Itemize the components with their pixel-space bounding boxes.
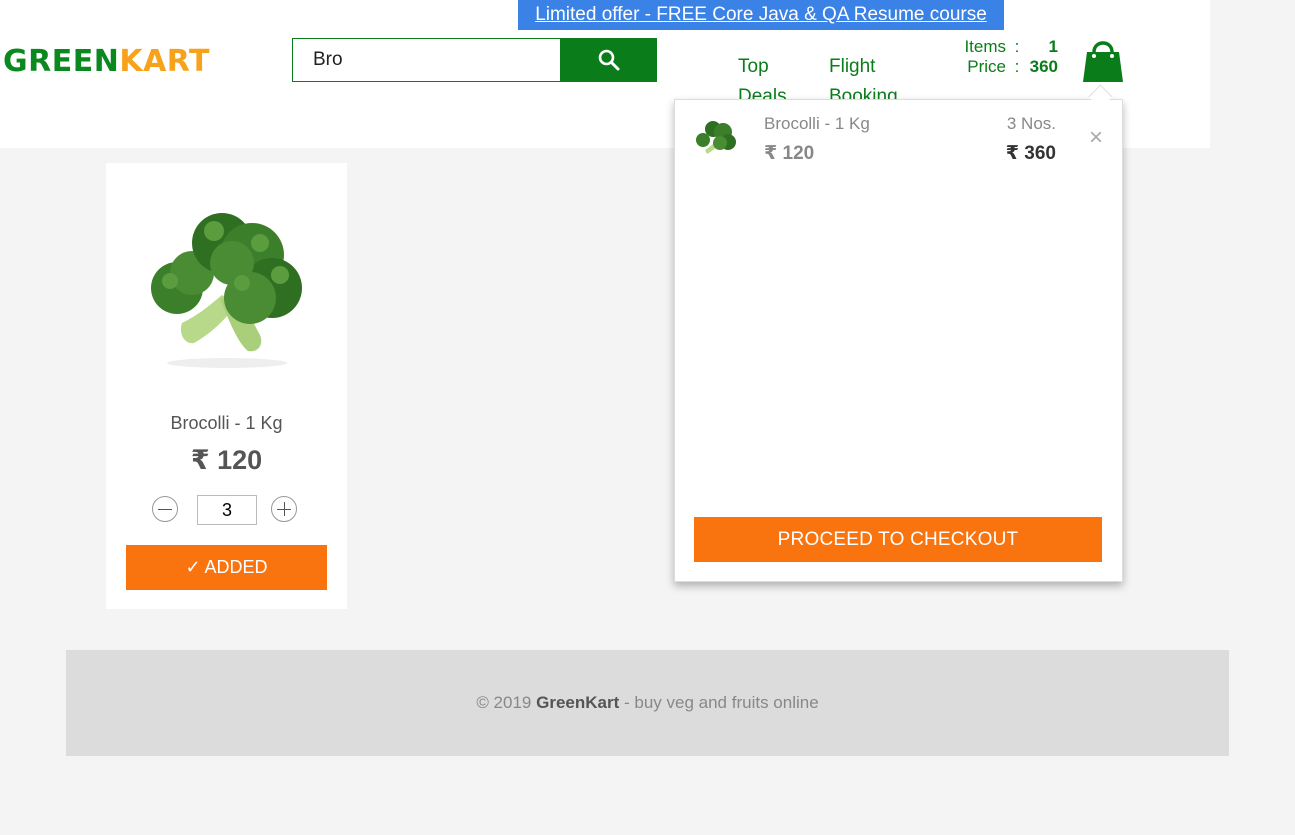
cart-icon-button[interactable] [1080,36,1126,84]
search-input[interactable] [292,38,561,82]
greenkart-logo[interactable]: GREENKART [3,44,210,79]
decrement-button[interactable] [152,496,178,522]
footer-brand: GreenKart [536,693,620,712]
cart-item-thumbnail [691,116,739,164]
cart-item-name: Brocolli - 1 Kg [764,114,870,133]
broccoli-image [151,213,302,368]
broccoli-thumbnail [696,121,736,154]
logo-part-green: GREEN [3,44,120,79]
product-image [142,203,312,373]
increment-button[interactable] [271,496,297,522]
cart-items-row: Items : 1 [950,37,1060,57]
site-footer: © 2019 GreenKart - buy veg and fruits on… [66,650,1229,756]
footer-tagline: - buy veg and fruits online [624,693,819,712]
items-label: Items [964,37,1006,56]
cart-item: Brocolli - 1 Kg ₹ 120 3 Nos. ₹ 360 × [675,100,1124,180]
cart-item-amount: ₹ 360 [1005,143,1056,164]
footer-copyright: © 2019 [476,693,532,712]
price-separator: : [1014,57,1020,76]
quantity-stepper [152,494,302,526]
cart-summary: Items : 1 Price : 360 [950,37,1060,77]
product-name: Brocolli - 1 Kg [170,413,283,433]
promo-link[interactable]: Limited offer - FREE Core Java & QA Resu… [535,4,987,25]
product-card: Brocolli - 1 Kg ₹ 120 ✓ ADDED [106,163,347,609]
product-price: ₹ 120 [190,445,263,475]
items-separator: : [1014,37,1020,56]
add-to-cart-button[interactable]: ✓ ADDED [126,545,327,590]
proceed-to-checkout-button[interactable]: PROCEED TO CHECKOUT [694,517,1102,562]
items-count: 1 [1048,37,1058,56]
remove-item-button[interactable]: × [1089,126,1103,150]
search-bar [292,38,657,82]
cart-price-row: Price : 360 [950,57,1060,77]
quantity-input[interactable] [197,495,257,525]
shopping-bag-icon [1083,41,1123,82]
price-total: 360 [1029,57,1058,76]
logo-part-orange: KART [119,44,211,79]
promo-banner: Limited offer - FREE Core Java & QA Resu… [518,0,1004,30]
cart-item-quantity: 3 Nos. [1006,114,1056,133]
search-icon [598,49,620,71]
cart-preview-popover: Brocolli - 1 Kg ₹ 120 3 Nos. ₹ 360 × PRO… [674,99,1123,582]
cart-item-price: ₹ 120 [764,143,815,164]
search-button[interactable] [561,38,657,82]
price-label: Price [967,57,1006,76]
